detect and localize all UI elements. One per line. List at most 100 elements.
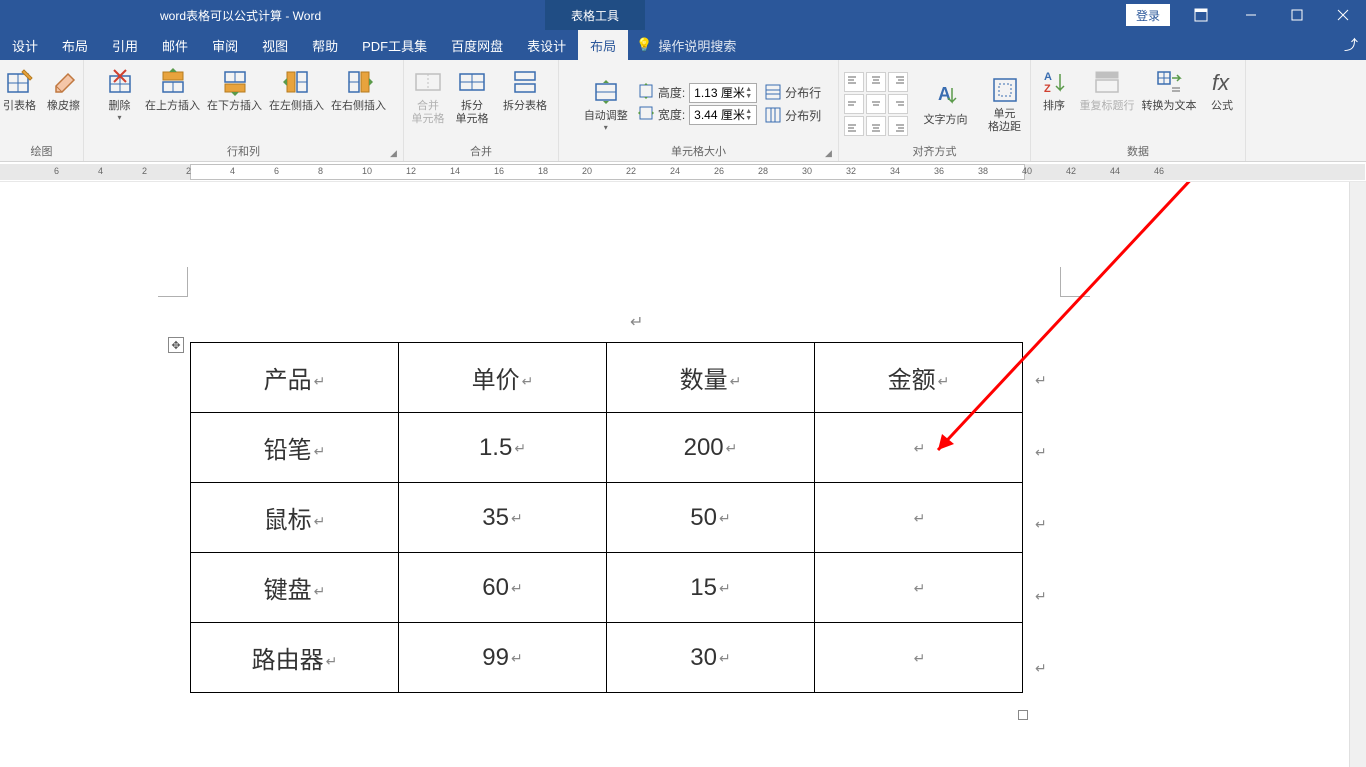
- table-cell[interactable]: 键盘↵: [191, 553, 399, 623]
- ruler-tick: 42: [1066, 166, 1076, 176]
- ruler-tick: 10: [362, 166, 372, 176]
- ruler-tick: 20: [582, 166, 592, 176]
- tab-layout[interactable]: 布局: [50, 30, 100, 60]
- table-cell[interactable]: 99↵: [399, 623, 607, 693]
- table-row: 铅笔↵ 1.5↵ 200↵ ↵: [191, 413, 1023, 483]
- spinner-icon[interactable]: ▲▼: [745, 86, 752, 100]
- distribute-columns-button[interactable]: 分布列: [765, 107, 821, 124]
- autofit-button[interactable]: 自动调整 ▾: [576, 74, 636, 134]
- ruler-tick: 38: [978, 166, 988, 176]
- text-direction-button[interactable]: A 文字方向: [916, 78, 976, 129]
- sort-button[interactable]: AZ 排序: [1033, 64, 1075, 115]
- align-bottom-left[interactable]: [844, 116, 864, 136]
- ruler-tick: 22: [626, 166, 636, 176]
- table-cell[interactable]: 路由器↵: [191, 623, 399, 693]
- align-middle-left[interactable]: [844, 94, 864, 114]
- share-icon[interactable]: ⤴: [1344, 35, 1358, 55]
- tell-me-search[interactable]: 💡 操作说明搜索: [628, 36, 744, 55]
- insert-left-button[interactable]: 在左侧插入: [267, 64, 327, 115]
- row-end-mark: ↵: [1035, 660, 1047, 677]
- spinner-icon[interactable]: ▲▼: [745, 108, 752, 122]
- document-area[interactable]: ↵ ✥ 产品↵ 单价↵ 数量↵ 金额↵ 铅笔↵ 1.5↵ 200↵ ↵ 鼠标↵ …: [0, 182, 1366, 767]
- align-middle-center[interactable]: [866, 94, 886, 114]
- ruler-tick: 6: [54, 166, 59, 176]
- table-resize-handle[interactable]: [1018, 710, 1028, 720]
- dialog-launcher-icon[interactable]: ◢: [390, 148, 400, 158]
- data-table[interactable]: 产品↵ 单价↵ 数量↵ 金额↵ 铅笔↵ 1.5↵ 200↵ ↵ 鼠标↵ 35↵ …: [190, 342, 1023, 693]
- svg-text:A: A: [1044, 71, 1052, 83]
- tab-pdf-tools[interactable]: PDF工具集: [350, 30, 439, 60]
- tab-help[interactable]: 帮助: [300, 30, 350, 60]
- split-cells-button[interactable]: 拆分 单元格: [451, 64, 493, 128]
- align-top-center[interactable]: [866, 72, 886, 92]
- align-top-right[interactable]: [888, 72, 908, 92]
- tab-view[interactable]: 视图: [250, 30, 300, 60]
- table-move-handle[interactable]: ✥: [168, 337, 184, 353]
- login-button[interactable]: 登录: [1126, 4, 1170, 26]
- svg-text:fx: fx: [1212, 70, 1230, 95]
- autofit-icon: [590, 76, 622, 108]
- table-cell[interactable]: 铅笔↵: [191, 413, 399, 483]
- formula-button[interactable]: fx 公式: [1201, 64, 1243, 115]
- distribute-rows-icon: [765, 84, 781, 100]
- align-bottom-center[interactable]: [866, 116, 886, 136]
- cell-margins-button[interactable]: 单元 格边距: [984, 72, 1026, 136]
- close-button[interactable]: [1320, 0, 1366, 30]
- ribbon-display-options-icon[interactable]: [1178, 0, 1224, 30]
- ruler-tick: 16: [494, 166, 504, 176]
- convert-to-text-icon: [1153, 66, 1185, 98]
- align-bottom-right[interactable]: [888, 116, 908, 136]
- table-header-cell[interactable]: 数量↵: [607, 343, 815, 413]
- table-cell[interactable]: 200↵: [607, 413, 815, 483]
- insert-above-button[interactable]: 在上方插入: [143, 64, 203, 115]
- table-cell[interactable]: 50↵: [607, 483, 815, 553]
- table-cell[interactable]: 60↵: [399, 553, 607, 623]
- tab-design[interactable]: 设计: [0, 30, 50, 60]
- table-header-cell[interactable]: 产品↵: [191, 343, 399, 413]
- insert-below-button[interactable]: 在下方插入: [205, 64, 265, 115]
- table-cell[interactable]: 1.5↵: [399, 413, 607, 483]
- table-cell[interactable]: ↵: [815, 483, 1023, 553]
- table-cell[interactable]: 35↵: [399, 483, 607, 553]
- group-label-cell-size: 单元格大小: [671, 143, 726, 159]
- vertical-scrollbar[interactable]: [1349, 182, 1366, 767]
- tab-table-design[interactable]: 表设计: [515, 30, 578, 60]
- dialog-launcher-icon[interactable]: ◢: [825, 148, 835, 158]
- tab-baidu[interactable]: 百度网盘: [439, 30, 515, 60]
- align-top-left[interactable]: [844, 72, 864, 92]
- insert-below-icon: [219, 66, 251, 98]
- table-cell[interactable]: 30↵: [607, 623, 815, 693]
- distribute-rows-button[interactable]: 分布行: [765, 84, 821, 101]
- draw-table-button[interactable]: 引表格: [0, 64, 41, 115]
- width-input[interactable]: 3.44 厘米▲▼: [689, 105, 757, 125]
- margin-corner-tl: [158, 267, 188, 297]
- eraser-button[interactable]: 橡皮擦: [43, 64, 85, 115]
- table-cell[interactable]: 15↵: [607, 553, 815, 623]
- table-cell[interactable]: 鼠标↵: [191, 483, 399, 553]
- convert-to-text-button[interactable]: 转换为文本: [1139, 64, 1199, 115]
- insert-right-button[interactable]: 在右侧插入: [329, 64, 389, 115]
- horizontal-ruler[interactable]: 2468101214161820222426283032343638404244…: [0, 162, 1366, 182]
- merge-cells-icon: [412, 66, 444, 98]
- table-cell[interactable]: ↵: [815, 553, 1023, 623]
- tab-mailings[interactable]: 邮件: [150, 30, 200, 60]
- height-input[interactable]: 1.13 厘米▲▼: [689, 83, 757, 103]
- split-table-button[interactable]: 拆分表格: [495, 64, 555, 115]
- tab-review[interactable]: 审阅: [200, 30, 250, 60]
- contextual-tab-label: 表格工具: [545, 0, 645, 30]
- split-cells-icon: [456, 66, 488, 98]
- row-end-mark: ↵: [1035, 444, 1047, 461]
- delete-button[interactable]: 删除 ▾: [99, 64, 141, 124]
- table-cell-active[interactable]: ↵: [815, 413, 1023, 483]
- table-header-cell[interactable]: 金额↵: [815, 343, 1023, 413]
- tell-me-placeholder: 操作说明搜索: [658, 36, 736, 55]
- insert-right-icon: [343, 66, 375, 98]
- document-title: word表格可以公式计算 - Word: [160, 7, 321, 24]
- maximize-button[interactable]: [1274, 0, 1320, 30]
- tab-table-layout[interactable]: 布局: [578, 30, 628, 60]
- minimize-button[interactable]: [1228, 0, 1274, 30]
- align-middle-right[interactable]: [888, 94, 908, 114]
- table-header-cell[interactable]: 单价↵: [399, 343, 607, 413]
- tab-references[interactable]: 引用: [100, 30, 150, 60]
- table-cell[interactable]: ↵: [815, 623, 1023, 693]
